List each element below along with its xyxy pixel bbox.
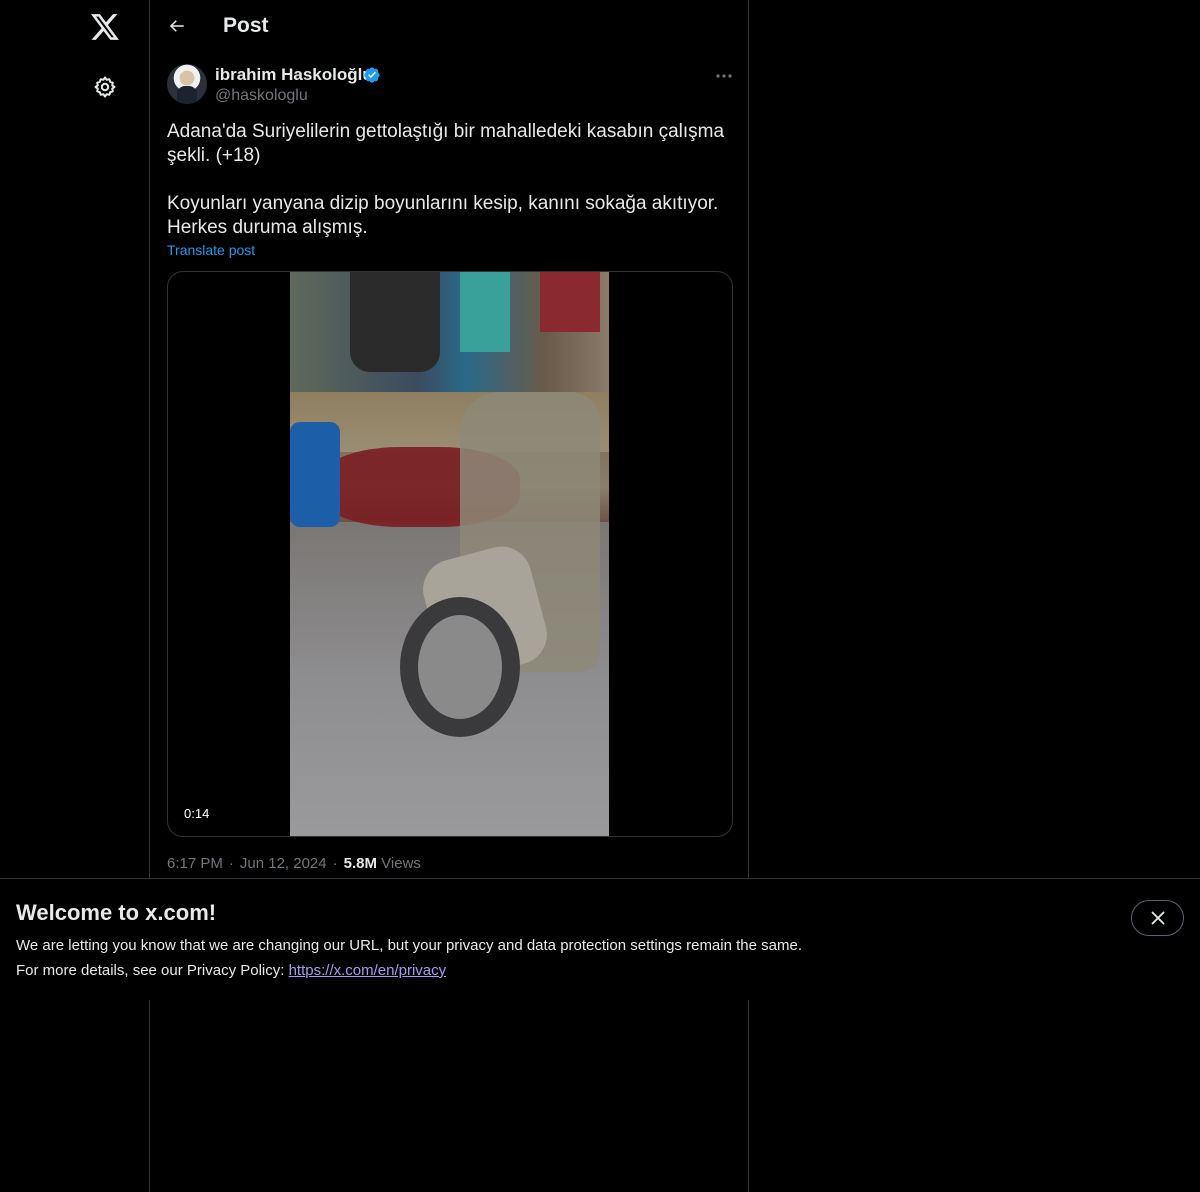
views-label: Views (381, 855, 421, 872)
post-text: Adana'da Suriyelilerin gettolaştığı bir … (167, 120, 727, 240)
post-text-paragraph-2: Koyunları yanyana dizip boyunlarını kesi… (167, 193, 719, 238)
video-duration-badge: 0:14 (176, 804, 218, 823)
post-text-paragraph-1: Adana'da Suriyelilerin gettolaştığı bir … (167, 121, 725, 166)
avatar[interactable] (167, 64, 207, 104)
banner-message: We are letting you know that we are chan… (16, 937, 802, 954)
video-player[interactable]: 0:14 (167, 271, 733, 837)
close-icon (1151, 911, 1164, 925)
banner-privacy-line: For more details, see our Privacy Policy… (16, 962, 446, 979)
back-button[interactable] (164, 13, 190, 39)
welcome-banner: Welcome to x.com! We are letting you kno… (0, 878, 1200, 1000)
arrow-left-icon (169, 20, 184, 32)
x-logo-icon[interactable] (88, 10, 122, 44)
more-horizontal-icon (716, 74, 732, 78)
banner-close-button[interactable] (1131, 900, 1184, 936)
page-header: Post (150, 0, 748, 54)
translate-post-link[interactable]: Translate post (167, 242, 255, 258)
privacy-policy-link[interactable]: https://x.com/en/privacy (289, 962, 447, 979)
gear-icon[interactable] (90, 72, 120, 102)
banner-privacy-prefix: For more details, see our Privacy Policy… (16, 962, 289, 979)
left-nav (0, 0, 149, 1192)
post-time[interactable]: 6:17 PM (167, 855, 223, 872)
more-options-button[interactable] (713, 68, 735, 84)
author-name[interactable]: ibrahim Haskoloğlu (215, 65, 373, 85)
post-date[interactable]: Jun 12, 2024 (240, 855, 327, 872)
author-handle[interactable]: @haskologlu (215, 87, 308, 105)
page: Post ibrahim Haskoloğlu @haskologlu Adan (0, 0, 1200, 1192)
banner-title: Welcome to x.com! (16, 900, 217, 925)
post-author: ibrahim Haskoloğlu @haskologlu (167, 64, 733, 108)
views-count: 5.8M (343, 855, 377, 872)
page-title: Post (223, 14, 269, 37)
verified-badge-icon[interactable] (363, 66, 381, 84)
main-column: Post ibrahim Haskoloğlu @haskologlu Adan (149, 0, 749, 1192)
video-frame (290, 272, 609, 836)
post-meta: 6:17 PM · Jun 12, 2024 · 5.8M Views (167, 855, 421, 872)
